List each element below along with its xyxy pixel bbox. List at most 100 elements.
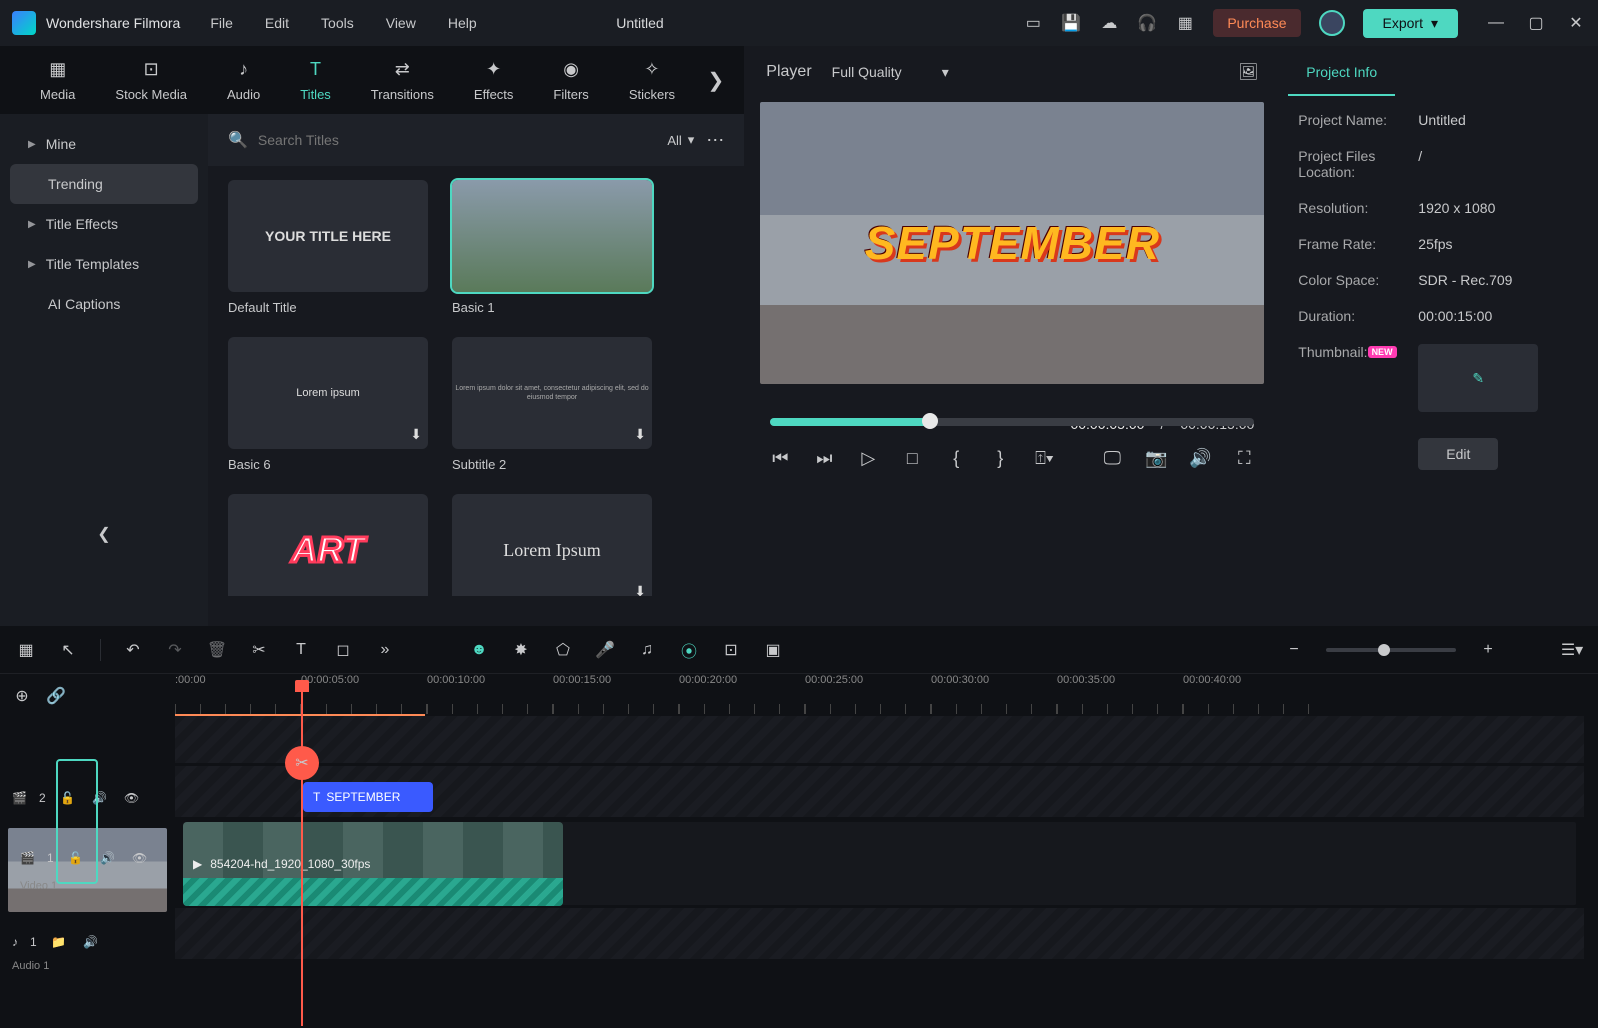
video-preview[interactable]: SEPTEMBER — [760, 102, 1264, 384]
headset-icon[interactable]: 🎧 — [1137, 13, 1157, 33]
display-settings-icon[interactable]: 🖵 — [1102, 448, 1122, 468]
filter-dropdown[interactable]: All▾ — [667, 132, 694, 148]
undo-icon[interactable]: ↶ — [123, 640, 143, 660]
mark-in-icon[interactable]: { — [946, 448, 966, 468]
tab-media[interactable]: ▦Media — [20, 51, 95, 110]
delete-icon[interactable]: 🗑 — [207, 640, 227, 660]
cloud-icon[interactable]: ☁ — [1099, 13, 1119, 33]
track-size-icon[interactable]: ☰▾ — [1562, 640, 1582, 660]
zoom-slider[interactable] — [1326, 648, 1456, 652]
avatar[interactable] — [1319, 10, 1345, 36]
display-icon[interactable]: ▭ — [1023, 13, 1043, 33]
tab-effects[interactable]: ✦Effects — [454, 51, 534, 110]
marker-icon[interactable]: ⬠ — [553, 640, 573, 660]
zoom-out-icon[interactable]: − — [1284, 640, 1304, 660]
snapshot-icon[interactable]: 📷 — [1146, 448, 1166, 468]
tab-titles[interactable]: TTitles — [280, 51, 351, 110]
visibility-icon[interactable]: 👁 — [130, 848, 150, 868]
maximize-icon[interactable]: ▢ — [1526, 13, 1546, 33]
title-card[interactable]: YOUR TITLE HERE Default Title — [228, 180, 428, 315]
title-card[interactable]: Lorem ipsum⬇ Basic 6 — [228, 337, 428, 472]
close-icon[interactable]: ✕ — [1566, 13, 1586, 33]
edit-button[interactable]: Edit — [1418, 438, 1498, 470]
purchase-button[interactable]: Purchase — [1213, 9, 1300, 37]
clip-marker-icon[interactable]: ⍐▾ — [1034, 448, 1054, 468]
folder-icon[interactable]: 📁 — [49, 932, 69, 952]
player-tab[interactable]: Player — [766, 63, 811, 81]
ai-icon[interactable]: ☻ — [469, 640, 489, 660]
menu-edit[interactable]: Edit — [265, 15, 289, 31]
voiceover-icon[interactable]: 🎤 — [595, 640, 615, 660]
track-title[interactable]: TSEPTEMBER — [175, 766, 1584, 818]
visibility-icon[interactable]: 👁 — [122, 788, 142, 808]
tab-transitions[interactable]: ⇄Transitions — [351, 51, 454, 110]
sidebar-item-title-effects[interactable]: ▶Title Effects — [10, 204, 198, 244]
sidebar-item-ai-captions[interactable]: AI Captions — [10, 284, 198, 324]
redo-icon[interactable]: ↷ — [165, 640, 185, 660]
thumbnail-preview[interactable]: ✎ — [1418, 344, 1538, 412]
mute-icon[interactable]: 🔊 — [98, 848, 118, 868]
player-scrubber[interactable] — [770, 418, 1254, 426]
save-icon[interactable]: 💾 — [1061, 13, 1081, 33]
next-frame-icon[interactable]: ⏭ — [814, 448, 834, 468]
adjust-icon[interactable]: ▣ — [763, 640, 783, 660]
track-audio[interactable] — [175, 908, 1584, 960]
title-card[interactable]: Lorem ipsum dolor sit amet, consectetur … — [452, 337, 652, 472]
quality-dropdown[interactable]: Full Quality▾ — [832, 64, 949, 81]
tab-stock-media[interactable]: ⊡Stock Media — [95, 51, 207, 110]
color-icon[interactable]: ✸ — [511, 640, 531, 660]
layout-icon[interactable]: ▦ — [16, 640, 36, 660]
tab-filters[interactable]: ◉Filters — [533, 51, 608, 110]
fullscreen-icon[interactable]: ⛶ — [1234, 448, 1254, 468]
scissor-icon[interactable]: ✂ — [285, 746, 319, 780]
more-tools-icon[interactable]: » — [375, 640, 395, 660]
minimize-icon[interactable]: — — [1486, 13, 1506, 33]
download-icon[interactable]: ⬇ — [634, 426, 646, 443]
cursor-icon[interactable]: ↖ — [58, 640, 78, 660]
title-clip[interactable]: TSEPTEMBER — [303, 782, 433, 812]
title-card[interactable]: ART — [228, 494, 428, 596]
playhead[interactable]: ✂ — [301, 680, 303, 1026]
lock-icon[interactable]: 🔓 — [66, 848, 86, 868]
timeline-ruler[interactable]: :00:0000:00:05:0000:00:10:0000:00:15:000… — [175, 674, 1584, 714]
download-icon[interactable]: ⬇ — [410, 426, 422, 443]
apps-icon[interactable]: ▦ — [1175, 13, 1195, 33]
mute-icon[interactable]: 🔊 — [81, 932, 101, 952]
zoom-in-icon[interactable]: + — [1478, 640, 1498, 660]
video-clip[interactable]: ▶854204-hd_1920_1080_30fps — [183, 822, 563, 906]
sidebar-item-trending[interactable]: Trending — [10, 164, 198, 204]
mark-out-icon[interactable]: } — [990, 448, 1010, 468]
play-icon[interactable]: ▷ — [858, 448, 878, 468]
title-card[interactable]: Basic 1 — [452, 180, 652, 315]
tabs-scroll-right[interactable]: ❯ — [708, 68, 725, 93]
title-card[interactable]: Lorem Ipsum⬇ — [452, 494, 652, 596]
prev-frame-icon[interactable]: ⏮ — [770, 448, 790, 468]
tab-audio[interactable]: ♪Audio — [207, 51, 280, 110]
search-input[interactable] — [258, 132, 655, 148]
render-icon[interactable]: ⦿ — [679, 640, 699, 660]
crop-icon[interactable]: ◻ — [333, 640, 353, 660]
mute-icon[interactable]: 🔊 — [90, 788, 110, 808]
menu-file[interactable]: File — [210, 15, 233, 31]
download-icon[interactable]: ⬇ — [634, 583, 646, 596]
audio-mixer-icon[interactable]: ♫ — [637, 640, 657, 660]
sidebar-collapse-icon[interactable]: ❮ — [94, 524, 114, 544]
track-video[interactable]: ▶854204-hd_1920_1080_30fps — [183, 822, 1576, 906]
export-button[interactable]: Export▾ — [1363, 9, 1459, 38]
lock-icon[interactable]: 🔓 — [58, 788, 78, 808]
tab-stickers[interactable]: ✧Stickers — [609, 51, 695, 110]
add-track-icon[interactable]: ⊕ — [12, 686, 32, 706]
split-icon[interactable]: ✂ — [249, 640, 269, 660]
link-icon[interactable]: 🔗 — [46, 686, 66, 706]
more-icon[interactable]: ⋯ — [706, 130, 724, 151]
sidebar-item-mine[interactable]: ▶Mine — [10, 124, 198, 164]
record-icon[interactable]: ⊡ — [721, 640, 741, 660]
project-info-tab[interactable]: Project Info — [1288, 50, 1395, 96]
snapshot-toggle-icon[interactable]: 🖼 — [1238, 62, 1258, 82]
menu-tools[interactable]: Tools — [321, 15, 354, 31]
track-spacer[interactable] — [175, 716, 1584, 764]
sidebar-item-title-templates[interactable]: ▶Title Templates — [10, 244, 198, 284]
text-icon[interactable]: T — [291, 640, 311, 660]
volume-icon[interactable]: 🔊 — [1190, 448, 1210, 468]
stop-icon[interactable]: □ — [902, 448, 922, 468]
